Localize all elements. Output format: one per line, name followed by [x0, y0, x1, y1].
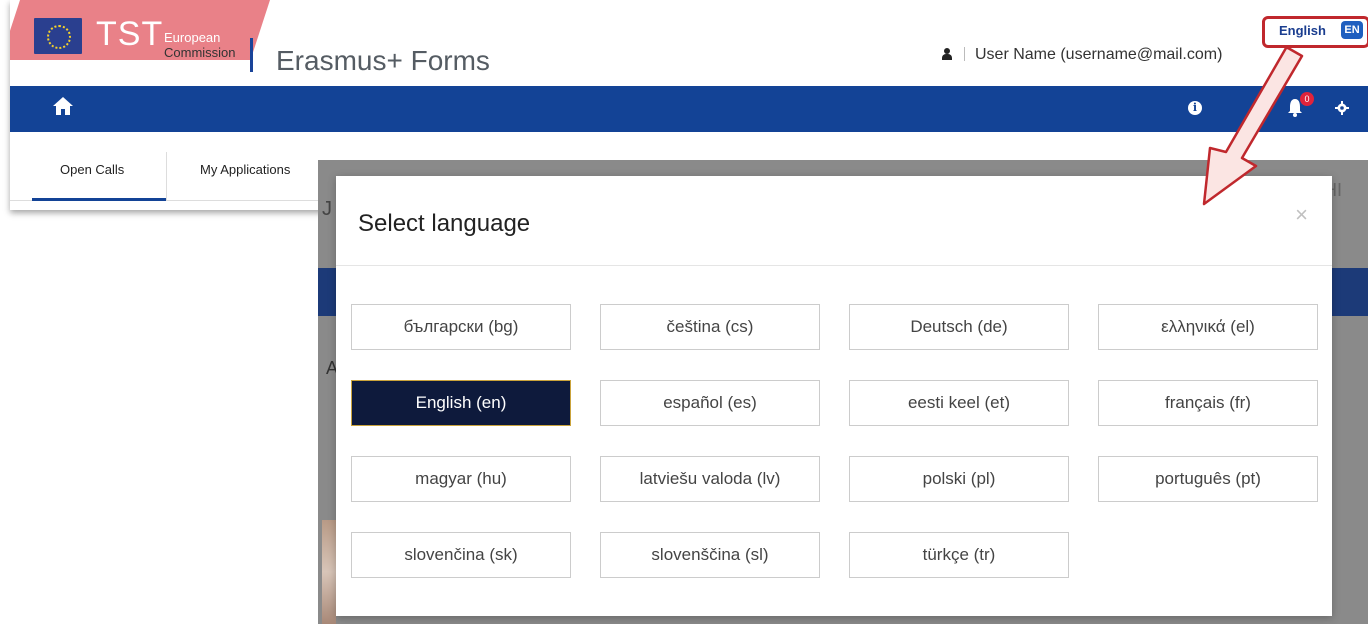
user-menu[interactable]: User Name (username@mail.com) [942, 45, 1222, 64]
main-navbar: i 0 [10, 86, 1368, 132]
select-language-modal: Select language × български (bg) čeština … [336, 176, 1332, 616]
gear-icon[interactable] [1335, 101, 1349, 115]
language-option[interactable]: slovenčina (sk) [351, 532, 571, 578]
annotation-arrow-icon [1202, 46, 1304, 206]
modal-header: Select language × [336, 176, 1332, 266]
logo-separator [250, 38, 253, 72]
language-option[interactable]: português (pt) [1098, 456, 1318, 502]
language-option[interactable]: Deutsch (de) [849, 304, 1069, 350]
active-tab-indicator [32, 198, 166, 201]
language-option[interactable]: čeština (cs) [600, 304, 820, 350]
background-image-peek [322, 520, 336, 624]
modal-title: Select language [358, 210, 531, 237]
language-option[interactable]: polski (pl) [849, 456, 1069, 502]
home-icon[interactable] [52, 96, 74, 116]
language-option[interactable]: eesti keel (et) [849, 380, 1069, 426]
ec-logo-line1: European [164, 30, 221, 45]
language-option[interactable]: magyar (hu) [351, 456, 571, 502]
user-name: User Name (username@mail.com) [975, 46, 1223, 63]
background-left-peek: J [322, 198, 332, 220]
tab-my-applications[interactable]: My Applications [200, 162, 290, 177]
tst-label: TST [96, 15, 164, 53]
user-icon [942, 48, 952, 60]
language-option[interactable]: latviešu valoda (lv) [600, 456, 820, 502]
language-option[interactable]: български (bg) [351, 304, 571, 350]
language-label: English [1279, 23, 1326, 38]
language-option[interactable]: español (es) [600, 380, 820, 426]
site-header: TST European Commission Erasmus+ Forms U… [10, 0, 1368, 86]
tab-divider [166, 152, 167, 200]
language-option[interactable]: français (fr) [1098, 380, 1318, 426]
eu-flag-icon [34, 18, 82, 54]
ec-logo-line2: Commission [164, 45, 236, 60]
language-code-badge-icon: EN [1341, 21, 1363, 39]
user-separator [964, 47, 965, 61]
tab-open-calls[interactable]: Open Calls [60, 162, 124, 177]
ec-logo-text: European Commission [164, 30, 236, 60]
language-option[interactable]: slovenščina (sl) [600, 532, 820, 578]
language-option[interactable]: ελληνικά (el) [1098, 304, 1318, 350]
language-option[interactable]: English (en) [351, 380, 571, 426]
app-title: Erasmus+ Forms [276, 45, 490, 76]
language-option[interactable]: türkçe (tr) [849, 532, 1069, 578]
